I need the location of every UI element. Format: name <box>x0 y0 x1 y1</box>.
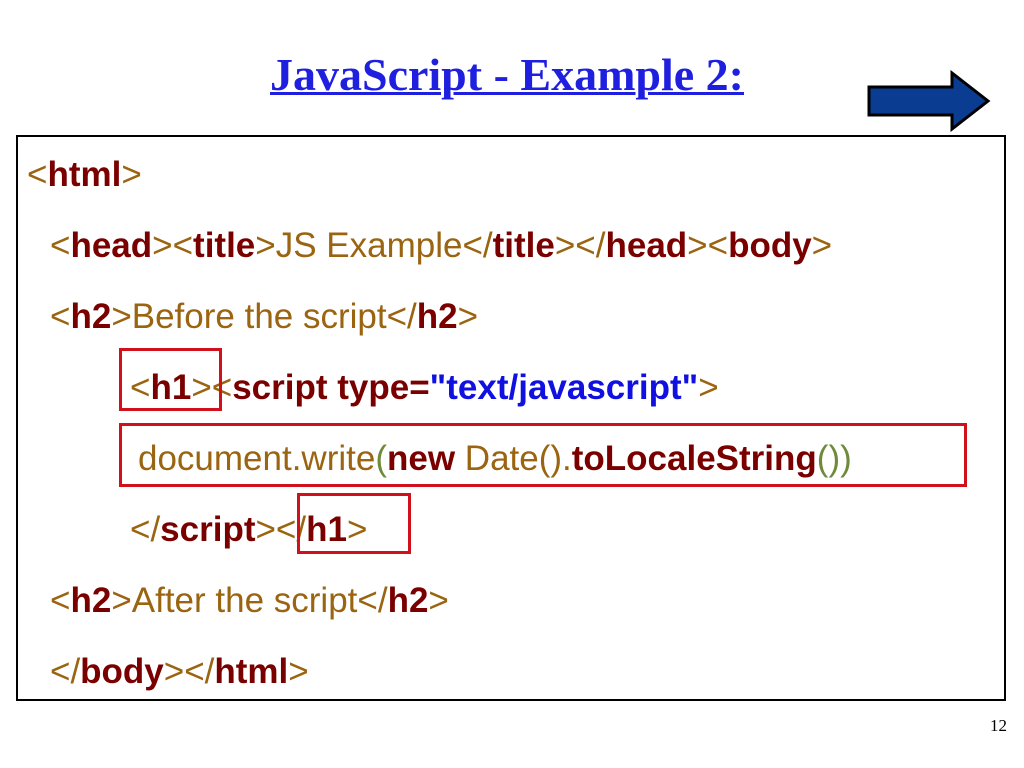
code-token: html <box>47 155 122 194</box>
code-token: < <box>50 226 71 265</box>
code-token: html <box>214 652 289 691</box>
code-token: h2 <box>70 581 112 620</box>
code-line: <html> <box>27 155 142 195</box>
code-token: title <box>492 226 555 265</box>
code-token: body <box>80 652 164 691</box>
code-token: >JS Example</ <box>255 226 493 265</box>
code-token: > <box>428 581 449 620</box>
code-token: script type= <box>232 368 430 407</box>
highlight-h1-open <box>119 348 222 411</box>
code-token: < <box>50 581 71 620</box>
code-token: body <box>728 226 812 265</box>
code-token: </ <box>50 652 81 691</box>
code-token: < <box>50 297 71 336</box>
code-token: > <box>698 368 719 407</box>
code-token: >< <box>152 226 194 265</box>
code-token: h2 <box>387 581 429 620</box>
code-token: head <box>70 226 153 265</box>
code-token: ></ <box>163 652 215 691</box>
code-token: "text/javascript" <box>429 368 699 407</box>
page-number: 12 <box>990 716 1007 735</box>
code-line: <head><title>JS Example</title></head><b… <box>50 226 832 266</box>
code-token: > <box>457 297 479 336</box>
code-line: <h2>Before the script</h2> <box>50 297 478 337</box>
code-token: </ <box>130 510 161 549</box>
code-token: < <box>27 155 48 194</box>
code-token: > <box>121 155 142 194</box>
code-token: > <box>288 652 309 691</box>
code-token: script <box>160 510 256 549</box>
code-token: >< <box>687 226 729 265</box>
slide-title: JavaScript - Example 2: <box>269 49 744 100</box>
code-token: >After the script</ <box>111 581 388 620</box>
code-token: >Before the script</ <box>111 297 417 336</box>
highlight-h1-close <box>297 493 411 554</box>
code-token: h2 <box>70 297 112 336</box>
code-token: title <box>193 226 256 265</box>
highlight-document-write <box>119 423 967 487</box>
code-token: ></ <box>554 226 606 265</box>
right-arrow-icon[interactable] <box>866 70 994 132</box>
code-line: </body></html> <box>50 652 309 692</box>
code-token: head <box>605 226 688 265</box>
code-line: <h2>After the script</h2> <box>50 581 449 621</box>
code-token: > <box>811 226 833 265</box>
code-token: h2 <box>416 297 458 336</box>
